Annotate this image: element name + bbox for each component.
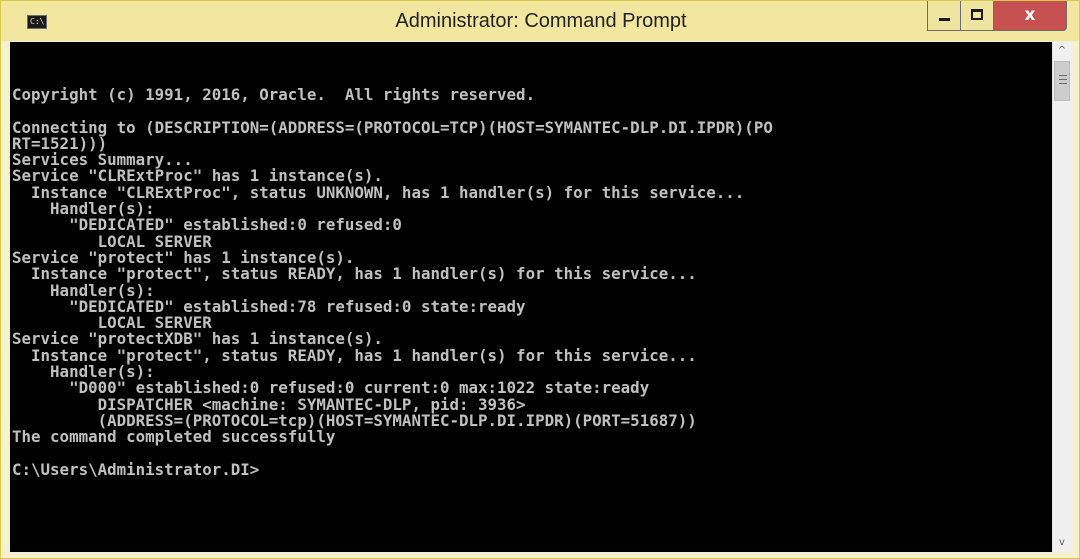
vertical-scrollbar[interactable]: ^ v bbox=[1052, 42, 1071, 552]
cmd-icon-glyph: C:\ bbox=[30, 17, 45, 26]
console-output[interactable]: Copyright (c) 1991, 2016, Oracle. All ri… bbox=[10, 42, 1052, 552]
scroll-down-arrow-icon[interactable]: v bbox=[1053, 534, 1071, 552]
console-line: Copyright (c) 1991, 2016, Oracle. All ri… bbox=[12, 85, 536, 104]
scroll-thumb-grip-icon bbox=[1059, 75, 1067, 84]
cmd-icon[interactable]: C:\ bbox=[27, 15, 47, 29]
window-title: Administrator: Command Prompt bbox=[395, 10, 687, 32]
scroll-thumb[interactable] bbox=[1054, 61, 1070, 101]
console-line: Connecting to (DESCRIPTION=(ADDRESS=(PRO… bbox=[12, 117, 773, 137]
minimize-icon bbox=[939, 18, 950, 21]
close-button[interactable]: x bbox=[994, 1, 1067, 31]
console-line: C:\Users\Administrator.DI> bbox=[12, 459, 260, 479]
command-prompt-window: C:\ Administrator: Command Prompt x Copy… bbox=[0, 0, 1080, 559]
minimize-button[interactable] bbox=[927, 1, 961, 31]
close-icon: x bbox=[1024, 5, 1036, 25]
title-bar[interactable]: C:\ Administrator: Command Prompt x bbox=[1, 1, 1079, 41]
maximize-button[interactable] bbox=[961, 1, 994, 31]
console-text: Copyright (c) 1991, 2016, Oracle. All ri… bbox=[12, 85, 773, 479]
maximize-icon bbox=[971, 9, 983, 20]
console-line: The command completed successfully bbox=[12, 427, 336, 447]
scroll-up-arrow-icon[interactable]: ^ bbox=[1053, 42, 1071, 60]
